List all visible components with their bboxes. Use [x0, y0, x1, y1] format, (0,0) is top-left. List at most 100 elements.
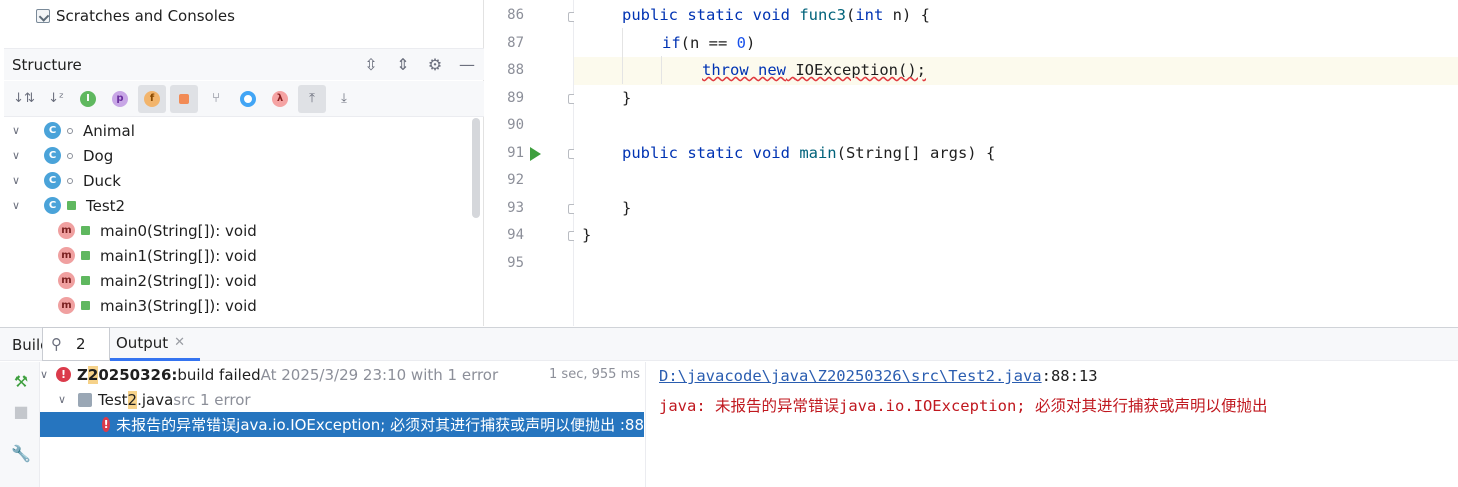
- tree-item-label: main3(String[]): void: [100, 296, 257, 315]
- tab-build-label: Build: [12, 335, 42, 354]
- stop-icon[interactable]: ■: [10, 400, 32, 422]
- wrench-icon[interactable]: 🔧: [10, 442, 32, 464]
- autoscroll-to-source-icon[interactable]: ⤒: [298, 84, 326, 113]
- hammer-icon[interactable]: ⚒: [10, 370, 32, 392]
- structure-tree: ∨ C Animal ∨ C Dog ∨ C Duck ∨ C Test2 m …: [4, 118, 472, 326]
- chevron-down-icon[interactable]: ∨: [58, 393, 70, 406]
- show-inherited-icon[interactable]: I: [74, 85, 102, 113]
- tab-output-label: Output: [116, 333, 169, 352]
- scratches-and-consoles-node[interactable]: Scratches and Consoles: [36, 6, 235, 26]
- run-icon[interactable]: [530, 147, 541, 161]
- file-name: Test: [98, 390, 128, 409]
- code-line: public static void func3(int n) {: [622, 6, 930, 24]
- runnable-class-icon: C: [44, 197, 61, 214]
- build-result-row[interactable]: ∨ ! Z 2 0250326: build failed At 2025/3/29…: [40, 362, 646, 387]
- structure-scrollbar[interactable]: [472, 118, 480, 218]
- indent-guide: [661, 56, 662, 84]
- tree-item-label: Duck: [83, 171, 121, 190]
- file-detail: src 1 error: [173, 390, 251, 409]
- tree-item-method[interactable]: m main3(String[]): void: [58, 293, 257, 318]
- chevron-down-icon[interactable]: ∨: [12, 124, 24, 137]
- tree-item-duck[interactable]: ∨ C Duck: [12, 168, 121, 193]
- visibility-icon: [67, 127, 73, 134]
- structure-toolbar: ↓⇅ ↓ᶻ I p f ⑂ λ ⤒ ⤓: [4, 81, 484, 117]
- line-number: 91: [507, 145, 524, 161]
- file-link[interactable]: D:\javacode\java\Z20250326\src\Test2.jav…: [659, 367, 1042, 385]
- line-number: 89: [507, 90, 524, 106]
- tree-item-label: Dog: [83, 146, 114, 165]
- scratches-icon: [36, 9, 50, 23]
- left-tool-pane: Scratches and Consoles Structure ⇳ ⇕ ⚙ —…: [0, 0, 484, 326]
- show-anonymous-icon[interactable]: ⑂: [202, 85, 230, 113]
- class-icon: C: [44, 172, 61, 189]
- show-non-public-icon[interactable]: [170, 84, 198, 113]
- build-timestamp: At 2025/3/29 23:10 with 1 error: [260, 365, 499, 384]
- tab-build[interactable]: Build: [12, 328, 42, 361]
- tree-item-method[interactable]: m main2(String[]): void: [58, 268, 257, 293]
- class-icon: C: [44, 122, 61, 139]
- tab-output[interactable]: Output ✕: [110, 327, 200, 361]
- line-number: 90: [507, 117, 524, 133]
- search-input[interactable]: 2: [76, 335, 86, 353]
- search-match: 2: [87, 365, 99, 384]
- error-row-selected[interactable]: ! 未报告的异常错误java.io.IOException; 必须对其进行捕获或…: [40, 412, 644, 437]
- code-line: if(n == 0): [662, 34, 756, 52]
- class-icon: C: [44, 147, 61, 164]
- line-number: 94: [507, 227, 524, 243]
- search-icon: ⚲: [51, 335, 62, 353]
- close-icon[interactable]: ✕: [174, 335, 185, 350]
- autoscroll-from-source-icon[interactable]: ⤓: [330, 85, 358, 113]
- editor-gutter: 86 87 88 89 90 91 92 93 94 95: [484, 0, 578, 326]
- structure-title: Structure: [12, 55, 82, 74]
- project-name: Z: [77, 365, 88, 384]
- structure-header: Structure ⇳ ⇕ ⚙ —: [4, 48, 484, 80]
- chevron-down-icon[interactable]: ∨: [12, 199, 24, 212]
- code-line: }: [582, 226, 592, 244]
- console-location-line: D:\javacode\java\Z20250326\src\Test2.jav…: [659, 367, 1098, 385]
- line-number: 88: [507, 62, 524, 78]
- code-editor[interactable]: public static void func3(int n) { if(n =…: [574, 0, 1458, 326]
- build-output-tree: ∨ ! Z 2 0250326: build failed At 2025/3/29…: [40, 362, 646, 487]
- line-number: 92: [507, 172, 524, 188]
- sort-by-visibility-icon[interactable]: ↓⇅: [10, 85, 38, 113]
- show-fields-icon[interactable]: f: [138, 84, 166, 113]
- code-line: }: [622, 199, 632, 217]
- chevron-down-icon[interactable]: ∨: [12, 174, 24, 187]
- error-icon: !: [56, 367, 71, 382]
- error-icon: !: [102, 417, 111, 432]
- public-icon: [67, 201, 76, 210]
- line-number: 87: [507, 35, 524, 51]
- tree-item-label: main0(String[]): void: [100, 221, 257, 240]
- minimize-icon[interactable]: —: [456, 53, 478, 75]
- tree-item-method[interactable]: m main0(String[]): void: [58, 218, 257, 243]
- project-name: 0250326:: [98, 365, 178, 384]
- tree-item-animal[interactable]: ∨ C Animal: [12, 118, 135, 143]
- visibility-icon: [67, 177, 73, 184]
- build-duration: 1 sec, 955 ms: [549, 367, 640, 382]
- chevron-down-icon[interactable]: ∨: [40, 368, 52, 381]
- build-console[interactable]: D:\javacode\java\Z20250326\src\Test2.jav…: [646, 362, 1458, 487]
- method-icon: m: [58, 222, 75, 239]
- tree-item-test2[interactable]: ∨ C Test2: [12, 193, 125, 218]
- tree-item-method[interactable]: m main1(String[]): void: [58, 243, 257, 268]
- show-properties-icon[interactable]: p: [106, 85, 134, 113]
- search-popup[interactable]: ⚲ 2: [42, 327, 110, 361]
- error-message: 未报告的异常错误java.io.IOException; 必须对其进行捕获或声明…: [116, 416, 644, 434]
- file-row[interactable]: ∨ Test 2 .java src 1 error: [58, 387, 251, 412]
- gear-icon[interactable]: ⚙: [424, 53, 446, 75]
- sort-alphabetically-icon[interactable]: ↓ᶻ: [42, 85, 70, 113]
- public-icon: [81, 301, 90, 310]
- collapse-all-icon[interactable]: ⇕: [392, 53, 414, 75]
- expand-all-icon[interactable]: ⇳: [360, 53, 382, 75]
- show-lambdas-icon[interactable]: λ: [266, 85, 294, 113]
- tree-item-label: main1(String[]): void: [100, 246, 257, 265]
- method-icon: m: [58, 247, 75, 264]
- console-error-line: java: 未报告的异常错误java.io.IOException; 必须对其进…: [659, 397, 1268, 415]
- chevron-down-icon[interactable]: ∨: [12, 149, 24, 162]
- public-icon: [81, 276, 90, 285]
- method-icon: m: [58, 297, 75, 314]
- tree-item-dog[interactable]: ∨ C Dog: [12, 143, 113, 168]
- line-number: 95: [507, 255, 524, 271]
- show-includes-icon[interactable]: [234, 85, 262, 113]
- tree-item-label: Animal: [83, 121, 135, 140]
